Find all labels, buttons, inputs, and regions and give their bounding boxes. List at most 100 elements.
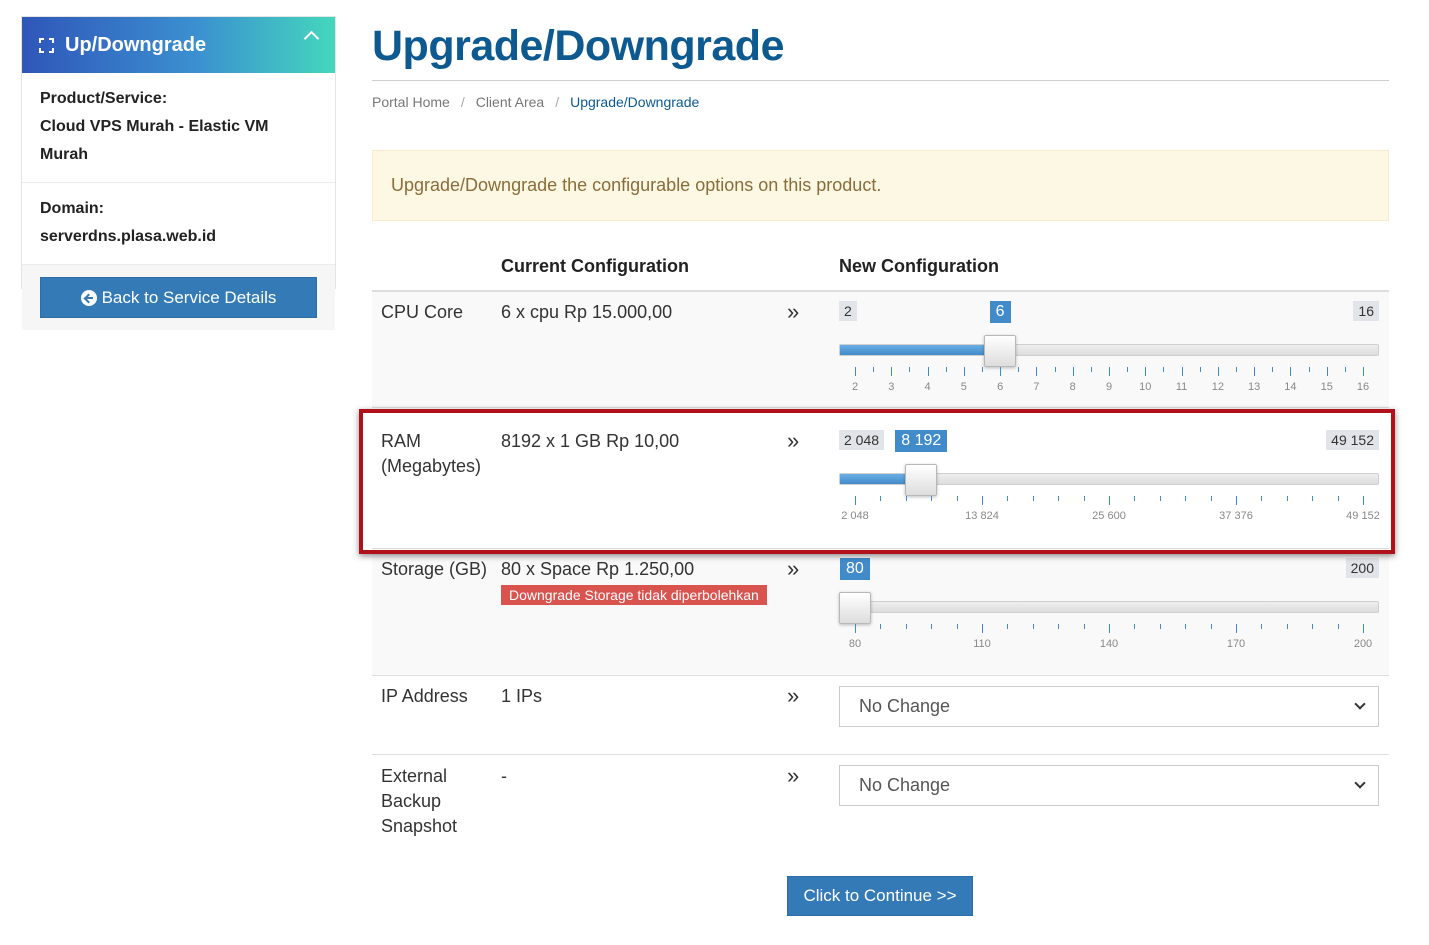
- slider-min-label: 2: [839, 301, 857, 321]
- slider-tick: [1363, 624, 1364, 633]
- slider-value-label: 6: [989, 301, 1011, 323]
- cpu-slider[interactable]: 2 6 16 2 3 4 5 6 7 8 9 10 11 12 13 14 15 16: [839, 301, 1379, 401]
- slider-tick-label: 2 048: [841, 510, 869, 522]
- product-value: Cloud VPS Murah - Elastic VM Murah: [40, 118, 269, 163]
- slider-tick: [1312, 496, 1314, 501]
- slider-tick: [1344, 367, 1346, 372]
- slider-tick: [1058, 624, 1060, 629]
- slider-tick: [1032, 496, 1034, 501]
- expand-icon: [39, 37, 54, 53]
- slider-tick: [1090, 367, 1092, 372]
- slider-tick: [982, 624, 983, 633]
- slider-tick-label: 6: [997, 381, 1004, 393]
- row-current-value: 80 x Space Rp 1.250,00: [501, 559, 695, 579]
- slider-tick: [1312, 624, 1314, 629]
- slider-tick-label: 12: [1211, 381, 1224, 393]
- title-divider: [372, 80, 1389, 81]
- slider-track[interactable]: [839, 601, 1379, 613]
- slider-min-label: 2 048: [839, 430, 885, 450]
- slider-tick-label: 49 152: [1346, 510, 1380, 522]
- slider-tick-label: 200: [1353, 638, 1373, 650]
- slider-tick: [931, 624, 933, 629]
- arrow-right-icon: »: [787, 763, 800, 788]
- external-backup-select[interactable]: No Change: [839, 765, 1379, 806]
- table-header: Current Configuration New Configuration: [372, 252, 1389, 292]
- slider-tick: [982, 496, 983, 505]
- slider-tick: [1236, 624, 1237, 633]
- slider-tick-label: 5: [960, 381, 967, 393]
- slider-track[interactable]: [839, 344, 1379, 356]
- continue-button[interactable]: Click to Continue >>: [787, 876, 973, 916]
- slider-handle[interactable]: [839, 592, 871, 624]
- slider-tick-label: 4: [924, 381, 931, 393]
- slider-tick: [1181, 367, 1183, 376]
- slider-tick: [1286, 624, 1288, 629]
- slider-tick: [1109, 624, 1110, 633]
- slider-tick: [1159, 496, 1161, 501]
- slider-tick: [1261, 496, 1263, 501]
- slider-tick: [1185, 496, 1187, 501]
- breadcrumb-separator: /: [460, 94, 465, 110]
- domain-label: Domain:: [40, 200, 104, 217]
- slider-tick: [880, 624, 882, 629]
- arrow-right-icon: »: [787, 428, 800, 453]
- slider-tick-label: 2: [851, 381, 859, 393]
- row-current-value: -: [501, 766, 507, 786]
- slider-tick: [1290, 367, 1292, 376]
- slider-tick: [855, 624, 856, 633]
- slider-tick-label: 13 824: [965, 510, 999, 522]
- slider-tick: [1127, 367, 1129, 372]
- breadcrumb-portal-home[interactable]: Portal Home: [372, 94, 450, 110]
- breadcrumb-current: Upgrade/Downgrade: [570, 94, 700, 110]
- select-value: No Change: [859, 696, 951, 716]
- slider-tick-label: 80: [848, 638, 862, 650]
- row-label: CPU Core: [381, 302, 464, 322]
- slider-tick: [1326, 367, 1328, 376]
- slider-tick: [963, 367, 965, 376]
- slider-tick-label: 14: [1284, 381, 1297, 393]
- config-row-ram: RAM (Megabytes) 8192 x 1 GB Rp 10,00 » 2…: [372, 421, 1389, 549]
- slider-tick: [1083, 496, 1085, 501]
- slider-tick: [909, 367, 911, 372]
- ram-slider[interactable]: 2 048 8 192 49 152 2 048 13 824 25 600 37 3…: [839, 430, 1380, 530]
- slider-tick: [956, 496, 958, 501]
- slider-tick: [1236, 496, 1237, 505]
- slider-tick-label: 13: [1248, 381, 1261, 393]
- row-current-cell: 80 x Space Rp 1.250,00 Downgrade Storage…: [501, 557, 767, 607]
- slider-tick-label: 3: [888, 381, 895, 393]
- slider-handle[interactable]: [905, 464, 938, 496]
- slider-handle[interactable]: [984, 335, 1017, 367]
- row-current-value: 8192 x 1 GB Rp 10,00: [501, 431, 680, 451]
- breadcrumb-separator: /: [555, 94, 560, 110]
- slider-tick: [956, 624, 958, 629]
- arrow-right-icon: »: [787, 683, 800, 708]
- slider-tick-label: 37 376: [1219, 510, 1253, 522]
- back-to-service-details-button[interactable]: Back to Service Details: [40, 277, 317, 318]
- slider-tick: [945, 367, 947, 372]
- header-current-configuration: Current Configuration: [501, 256, 689, 276]
- slider-tick-label: 140: [1099, 638, 1119, 650]
- storage-slider[interactable]: 80 200 80 110 140 170 200: [839, 558, 1379, 658]
- sidebar-header[interactable]: Up/Downgrade: [22, 17, 335, 73]
- slider-tick: [1337, 496, 1339, 501]
- arrow-left-circle-icon: [80, 289, 97, 306]
- slider-tick: [855, 367, 856, 376]
- ip-address-select[interactable]: No Change: [839, 686, 1379, 727]
- slider-max-label: 200: [1345, 558, 1379, 578]
- slider-tick-label: 11: [1175, 381, 1188, 393]
- slider-tick: [1261, 624, 1263, 629]
- slider-tick-label: 10: [1139, 381, 1152, 393]
- slider-tick-label: 110: [973, 638, 991, 650]
- slider-tick: [1109, 496, 1110, 505]
- arrow-right-icon: »: [787, 299, 800, 324]
- slider-tick: [905, 496, 907, 501]
- slider-tick: [891, 367, 893, 376]
- chevron-up-icon[interactable]: [303, 30, 320, 47]
- breadcrumb-client-area[interactable]: Client Area: [476, 94, 544, 110]
- slider-tick: [1217, 367, 1219, 376]
- slider-tick-label: 170: [1226, 638, 1246, 650]
- info-alert: Upgrade/Downgrade the configurable optio…: [372, 150, 1389, 221]
- slider-tick: [1036, 367, 1038, 376]
- slider-tick: [1210, 496, 1212, 501]
- slider-tick-label: 25 600: [1092, 510, 1126, 522]
